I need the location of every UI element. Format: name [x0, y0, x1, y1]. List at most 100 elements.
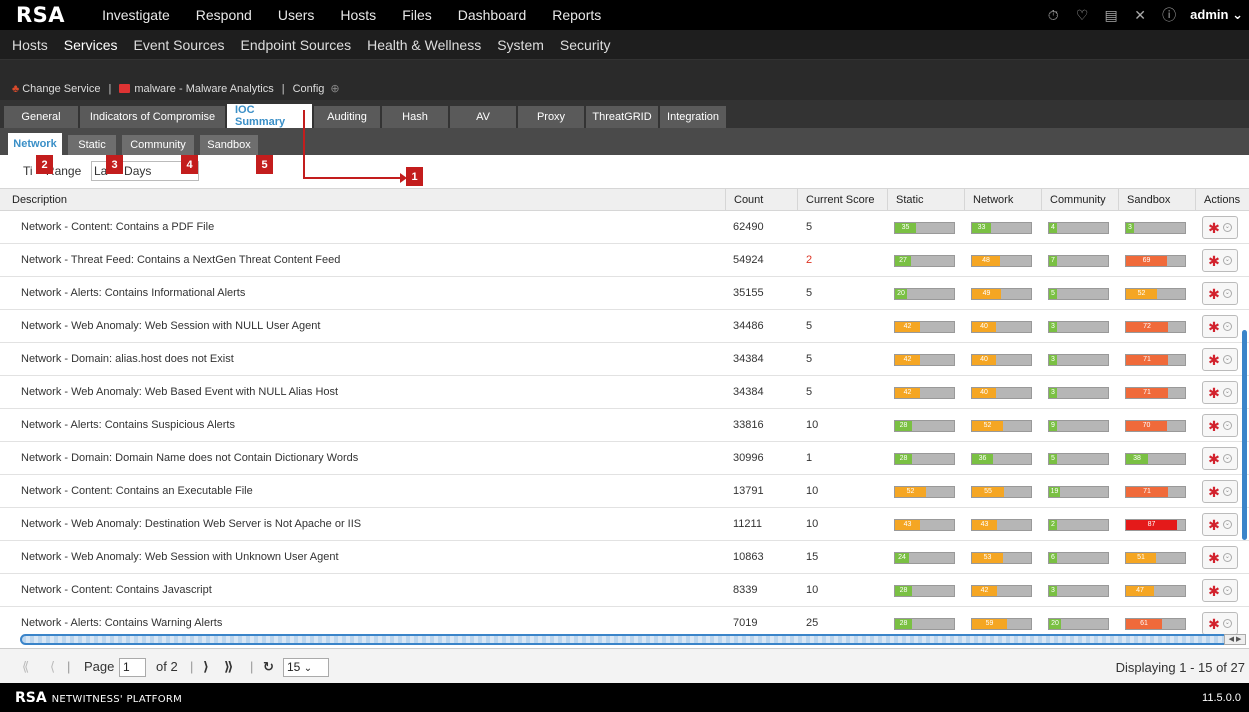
table-row[interactable]: Network - Alerts: Contains Suspicious Al… [0, 409, 1249, 442]
tab-indicators-of-compromise[interactable]: Indicators of Compromise [80, 106, 225, 128]
actions-button[interactable]: ✱ ⌄ [1202, 513, 1238, 536]
actions-button[interactable]: ✱ ⌄ [1202, 612, 1238, 634]
gear-icon: ✱ [1208, 417, 1220, 434]
col-current-score[interactable]: Current Score [797, 189, 887, 211]
actions-button[interactable]: ✱ ⌄ [1202, 315, 1238, 338]
row-count: 34384 [733, 353, 764, 365]
help-icon[interactable]: ⓘ [1161, 7, 1177, 23]
actions-button[interactable]: ✱ ⌄ [1202, 579, 1238, 602]
service-name[interactable]: malware - Malware Analytics [134, 83, 273, 95]
table-row[interactable]: Network - Domain: Domain Name does not C… [0, 442, 1249, 475]
table-row[interactable]: Network - Content: Contains an Executabl… [0, 475, 1249, 508]
network-score-value: 43 [972, 520, 997, 530]
table-row[interactable]: Network - Content: Contains Javascript 83… [0, 574, 1249, 607]
subnav-event-sources[interactable]: Event Sources [125, 37, 232, 53]
user-name: admin [1190, 7, 1229, 22]
chevron-down-icon: ⌄ [1222, 619, 1232, 628]
network-score-bar: 40 [971, 387, 1032, 399]
table-row[interactable]: Network - Web Anomaly: Destination Web S… [0, 508, 1249, 541]
refresh-icon[interactable]: ↻ [263, 659, 274, 675]
row-current-score: 2 [806, 254, 813, 266]
nav-users[interactable]: Users [265, 7, 328, 23]
change-service-link[interactable]: Change Service [22, 83, 100, 95]
clipboard-icon[interactable]: ▤ [1103, 7, 1119, 23]
view-selector[interactable]: Config [293, 83, 325, 95]
gear-icon: ✱ [1208, 384, 1220, 401]
table-row[interactable]: Network - Domain: alias.host does not Ex… [0, 343, 1249, 376]
page-size-select[interactable]: 15 ⌄ [283, 658, 329, 677]
tab-static[interactable]: Static [68, 135, 116, 155]
subnav-endpoint-sources[interactable]: Endpoint Sources [233, 37, 360, 53]
sandbox-score-bar: 52 [1125, 288, 1186, 300]
subnav-services[interactable]: Services [56, 37, 126, 53]
bell-icon[interactable]: ♡ [1074, 7, 1090, 23]
dropdown-circle-icon[interactable]: ⊕ [330, 82, 339, 95]
sandbox-score-bar: 71 [1125, 354, 1186, 366]
actions-button[interactable]: ✱ ⌄ [1202, 348, 1238, 371]
community-score-bar: 3 [1048, 585, 1109, 597]
table-row[interactable]: Network - Web Anomaly: Web Session with … [0, 541, 1249, 574]
prev-page-icon[interactable]: ⟨ [50, 659, 55, 675]
tab-network[interactable]: Network [8, 133, 62, 155]
vertical-scrollbar[interactable] [1242, 330, 1247, 540]
actions-button[interactable]: ✱ ⌄ [1202, 216, 1238, 239]
last-page-icon[interactable]: ⟫ [224, 659, 233, 675]
tab-proxy[interactable]: Proxy [518, 106, 584, 128]
table-row[interactable]: Network - Alerts: Contains Informational… [0, 277, 1249, 310]
nav-dashboard[interactable]: Dashboard [445, 7, 540, 23]
col-count[interactable]: Count [725, 189, 797, 211]
static-score-bar: 24 [894, 552, 955, 564]
nav-investigate[interactable]: Investigate [89, 7, 183, 23]
actions-button[interactable]: ✱ ⌄ [1202, 546, 1238, 569]
scroll-arrows[interactable]: ◀ ▶ [1224, 634, 1246, 645]
tab-community[interactable]: Community [122, 135, 194, 155]
actions-button[interactable]: ✱ ⌄ [1202, 414, 1238, 437]
nav-reports[interactable]: Reports [539, 7, 614, 23]
nav-hosts[interactable]: Hosts [327, 7, 389, 23]
first-page-icon[interactable]: ⟪ [22, 659, 29, 675]
subnav-hosts[interactable]: Hosts [0, 37, 56, 53]
actions-button[interactable]: ✱ ⌄ [1202, 381, 1238, 404]
subnav-system[interactable]: System [489, 37, 552, 53]
tools-icon[interactable]: ✕ [1132, 7, 1148, 23]
table-row[interactable]: Network - Threat Feed: Contains a NextGe… [0, 244, 1249, 277]
table-row[interactable]: Network - Alerts: Contains Warning Alert… [0, 607, 1249, 634]
timer-icon[interactable]: ⏱ [1045, 7, 1061, 23]
subnav-security[interactable]: Security [552, 37, 619, 53]
user-menu[interactable]: admin ⌄ [1190, 7, 1243, 23]
col-network[interactable]: Network [964, 189, 1041, 211]
row-current-score: 10 [806, 485, 819, 497]
rsa-logo[interactable]: RSA [16, 3, 65, 27]
tab-integration[interactable]: Integration [660, 106, 726, 128]
gear-icon: ✱ [1208, 318, 1220, 335]
nav-respond[interactable]: Respond [183, 7, 265, 23]
actions-button[interactable]: ✱ ⌄ [1202, 282, 1238, 305]
col-sandbox[interactable]: Sandbox [1118, 189, 1195, 211]
table-row[interactable]: Network - Content: Contains a PDF File 62… [0, 211, 1249, 244]
col-static[interactable]: Static [887, 189, 964, 211]
subnav-health-wellness[interactable]: Health & Wellness [359, 37, 489, 53]
tab-sandbox[interactable]: Sandbox [200, 135, 258, 155]
change-service-icon: ♣ [12, 82, 20, 95]
gear-icon: ✱ [1208, 549, 1220, 566]
tab-av[interactable]: AV [450, 106, 516, 128]
actions-button[interactable]: ✱ ⌄ [1202, 480, 1238, 503]
chevron-down-icon: ⌄ [1232, 7, 1243, 22]
table-row[interactable]: Network - Web Anomaly: Web Based Event w… [0, 376, 1249, 409]
col-community[interactable]: Community [1041, 189, 1118, 211]
callout-1: 1 [406, 167, 423, 186]
gear-icon: ✱ [1208, 351, 1220, 368]
horizontal-scrollbar[interactable] [20, 634, 1230, 645]
tab-threatgrid[interactable]: ThreatGRID [586, 106, 658, 128]
nav-files[interactable]: Files [389, 7, 445, 23]
actions-button[interactable]: ✱ ⌄ [1202, 447, 1238, 470]
col-description[interactable]: Description [0, 189, 725, 211]
row-count: 8339 [733, 584, 758, 596]
actions-button[interactable]: ✱ ⌄ [1202, 249, 1238, 272]
community-score-value: 6 [1049, 553, 1057, 563]
next-page-icon[interactable]: ⟩ [203, 659, 209, 675]
gear-icon: ✱ [1208, 285, 1220, 302]
page-number-input[interactable]: 1 [119, 658, 146, 677]
tab-general[interactable]: General [4, 106, 78, 128]
table-row[interactable]: Network - Web Anomaly: Web Session with … [0, 310, 1249, 343]
